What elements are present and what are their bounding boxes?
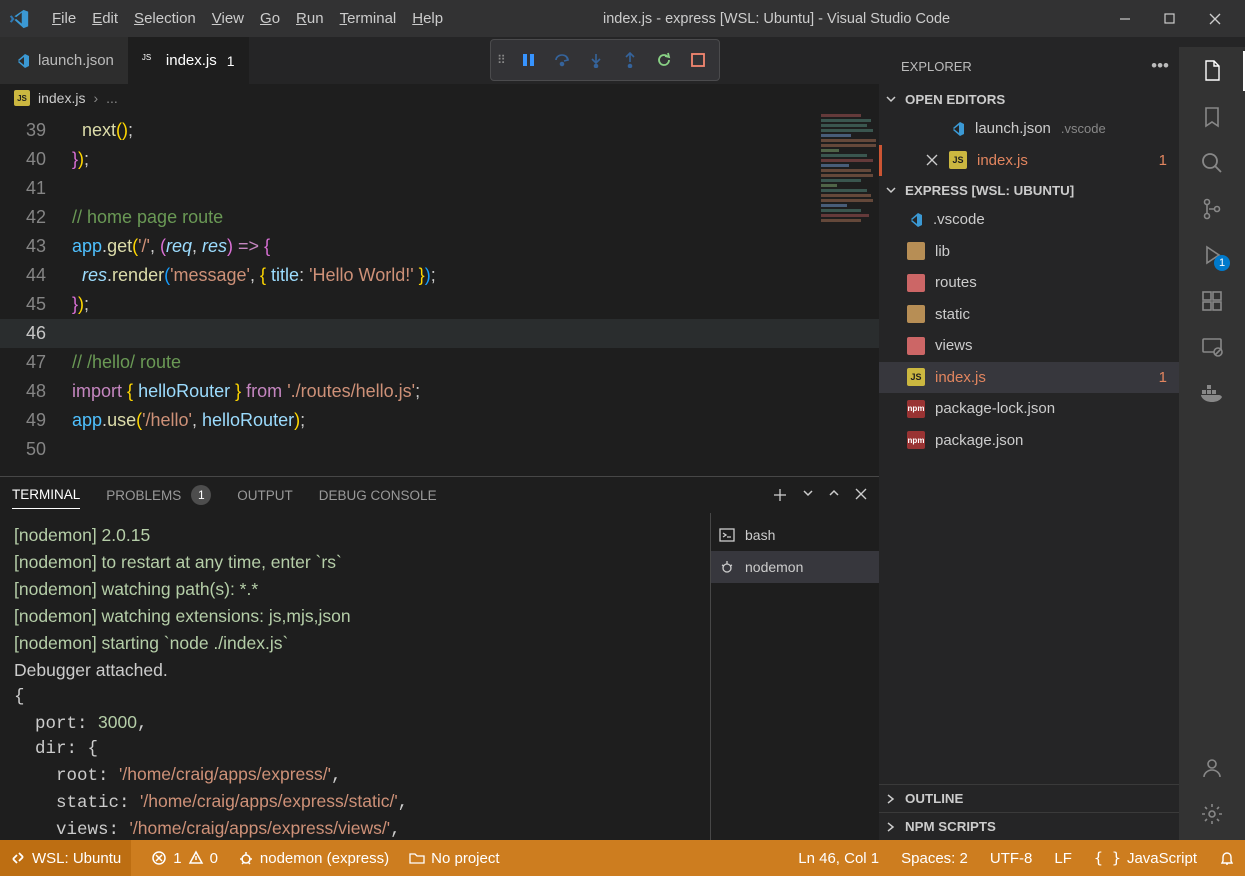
status-folder[interactable]: No project xyxy=(409,850,499,867)
activity-docker-icon[interactable] xyxy=(1198,379,1226,407)
open-editor-launch.json[interactable]: launch.json.vscode xyxy=(879,113,1179,145)
breadcrumb-rest: ... xyxy=(106,90,118,106)
menu-selection[interactable]: Selection xyxy=(126,6,204,31)
folder-icon xyxy=(907,305,925,323)
npm-scripts-section[interactable]: NPM SCRIPTS xyxy=(879,812,1179,840)
bottom-panel: TERMINAL PROBLEMS1 OUTPUT DEBUG CONSOLE [no… xyxy=(0,476,880,840)
status-language[interactable]: { } JavaScript xyxy=(1094,849,1197,867)
file-tree-routes[interactable]: routes xyxy=(879,267,1179,299)
settings-file-icon xyxy=(14,53,30,69)
activity-search-icon[interactable] xyxy=(1198,149,1226,177)
activity-bar: 1 xyxy=(1179,47,1245,840)
remote-indicator[interactable]: WSL: Ubuntu xyxy=(0,840,131,876)
drag-grip-icon[interactable]: ⠿ xyxy=(497,53,505,67)
open-editor-index.js[interactable]: JSindex.js1 xyxy=(879,145,1179,177)
chevron-down-icon[interactable] xyxy=(802,487,814,503)
js-file-icon: JS xyxy=(949,151,967,169)
explorer-sidebar: EXPLORER ••• OPEN EDITORS launch.json.vs… xyxy=(879,47,1179,840)
menu-help[interactable]: Help xyxy=(404,6,451,31)
js-file-icon: JS xyxy=(14,90,30,106)
status-debug[interactable]: nodemon (express) xyxy=(238,850,389,867)
file-tree-.vscode[interactable]: .vscode xyxy=(879,204,1179,236)
activity-source-control-icon[interactable] xyxy=(1198,195,1226,223)
debug-stop-button[interactable] xyxy=(683,45,713,75)
breadcrumb-file: index.js xyxy=(38,90,85,106)
close-icon[interactable] xyxy=(925,153,939,167)
activity-account-icon[interactable] xyxy=(1198,754,1226,782)
menu-terminal[interactable]: Terminal xyxy=(332,6,405,31)
panel-tab-terminal[interactable]: TERMINAL xyxy=(12,481,80,509)
activity-explorer-icon[interactable] xyxy=(1198,57,1226,85)
file-tree-static[interactable]: static xyxy=(879,299,1179,331)
folder-icon xyxy=(907,337,925,355)
open-editors-section[interactable]: OPEN EDITORS xyxy=(879,85,1179,113)
debug-pause-button[interactable] xyxy=(513,45,543,75)
folder-section[interactable]: EXPRESS [WSL: UBUNTU] xyxy=(879,176,1179,204)
file-tree-package.json[interactable]: npmpackage.json xyxy=(879,425,1179,457)
explorer-title: EXPLORER xyxy=(901,59,972,74)
debug-step-over-button[interactable] xyxy=(547,45,577,75)
debug-step-out-button[interactable] xyxy=(615,45,645,75)
minimap[interactable] xyxy=(815,112,880,312)
status-eol[interactable]: LF xyxy=(1054,850,1072,867)
menu-run[interactable]: Run xyxy=(288,6,332,31)
title-bar: FileEditSelectionViewGoRunTerminalHelp i… xyxy=(0,0,1245,37)
settings-file-icon xyxy=(949,121,965,137)
npm-icon: npm xyxy=(907,400,925,418)
terminal-bash[interactable]: bash xyxy=(711,519,880,551)
new-terminal-button[interactable] xyxy=(772,487,788,503)
tab-launch.json[interactable]: launch.json xyxy=(0,37,128,84)
close-panel-button[interactable] xyxy=(854,487,868,503)
file-tree-views[interactable]: views xyxy=(879,330,1179,362)
js-file-icon: JS xyxy=(907,368,925,386)
file-tree-index.js[interactable]: JSindex.js1 xyxy=(879,362,1179,394)
folder-icon xyxy=(907,242,925,260)
close-button[interactable] xyxy=(1192,3,1237,35)
vscode-folder-icon xyxy=(907,212,923,228)
tab-index.js[interactable]: JSindex.js1 xyxy=(128,37,249,84)
status-cursor[interactable]: Ln 46, Col 1 xyxy=(798,850,879,867)
debug-restart-button[interactable] xyxy=(649,45,679,75)
panel-tab-output[interactable]: OUTPUT xyxy=(237,481,293,509)
activity-debug-icon[interactable]: 1 xyxy=(1198,241,1226,269)
menu-go[interactable]: Go xyxy=(252,6,288,31)
minimize-button[interactable] xyxy=(1102,3,1147,35)
file-tree-package-lock.json[interactable]: npmpackage-lock.json xyxy=(879,393,1179,425)
terminal-nodemon[interactable]: nodemon xyxy=(711,551,880,583)
npm-icon: npm xyxy=(907,431,925,449)
terminal-output[interactable]: [nodemon] 2.0.15 [nodemon] to restart at… xyxy=(0,513,710,840)
status-encoding[interactable]: UTF-8 xyxy=(990,850,1033,867)
folder-icon xyxy=(907,274,925,292)
activity-bookmark-icon[interactable] xyxy=(1198,103,1226,131)
terminals-list: bashnodemon xyxy=(710,513,880,840)
vscode-logo-icon xyxy=(8,8,30,30)
activity-settings-icon[interactable] xyxy=(1198,800,1226,828)
activity-remote-icon[interactable] xyxy=(1198,333,1226,361)
debug-step-into-button[interactable] xyxy=(581,45,611,75)
menu-view[interactable]: View xyxy=(204,6,252,31)
file-tree-lib[interactable]: lib xyxy=(879,236,1179,268)
chevron-up-icon[interactable] xyxy=(828,487,840,503)
status-bell-icon[interactable] xyxy=(1219,850,1235,866)
activity-extensions-icon[interactable] xyxy=(1198,287,1226,315)
panel-tab-problems[interactable]: PROBLEMS1 xyxy=(106,481,211,509)
status-bar: WSL: Ubuntu 1 0 nodemon (express) No pro… xyxy=(0,840,1245,876)
status-errors[interactable]: 1 0 xyxy=(151,850,218,867)
js-file-icon: JS xyxy=(142,53,158,69)
menu-edit[interactable]: Edit xyxy=(84,6,126,31)
debug-toolbar: ⠿ xyxy=(490,39,720,81)
panel-tabs: TERMINAL PROBLEMS1 OUTPUT DEBUG CONSOLE xyxy=(0,477,880,513)
status-spaces[interactable]: Spaces: 2 xyxy=(901,850,968,867)
menu-file[interactable]: File xyxy=(44,6,84,31)
maximize-button[interactable] xyxy=(1147,3,1192,35)
sidebar-more-icon[interactable]: ••• xyxy=(1151,56,1169,76)
window-title: index.js - express [WSL: Ubuntu] - Visua… xyxy=(451,11,1102,27)
outline-section[interactable]: OUTLINE xyxy=(879,784,1179,812)
panel-tab-debug console[interactable]: DEBUG CONSOLE xyxy=(319,481,437,509)
